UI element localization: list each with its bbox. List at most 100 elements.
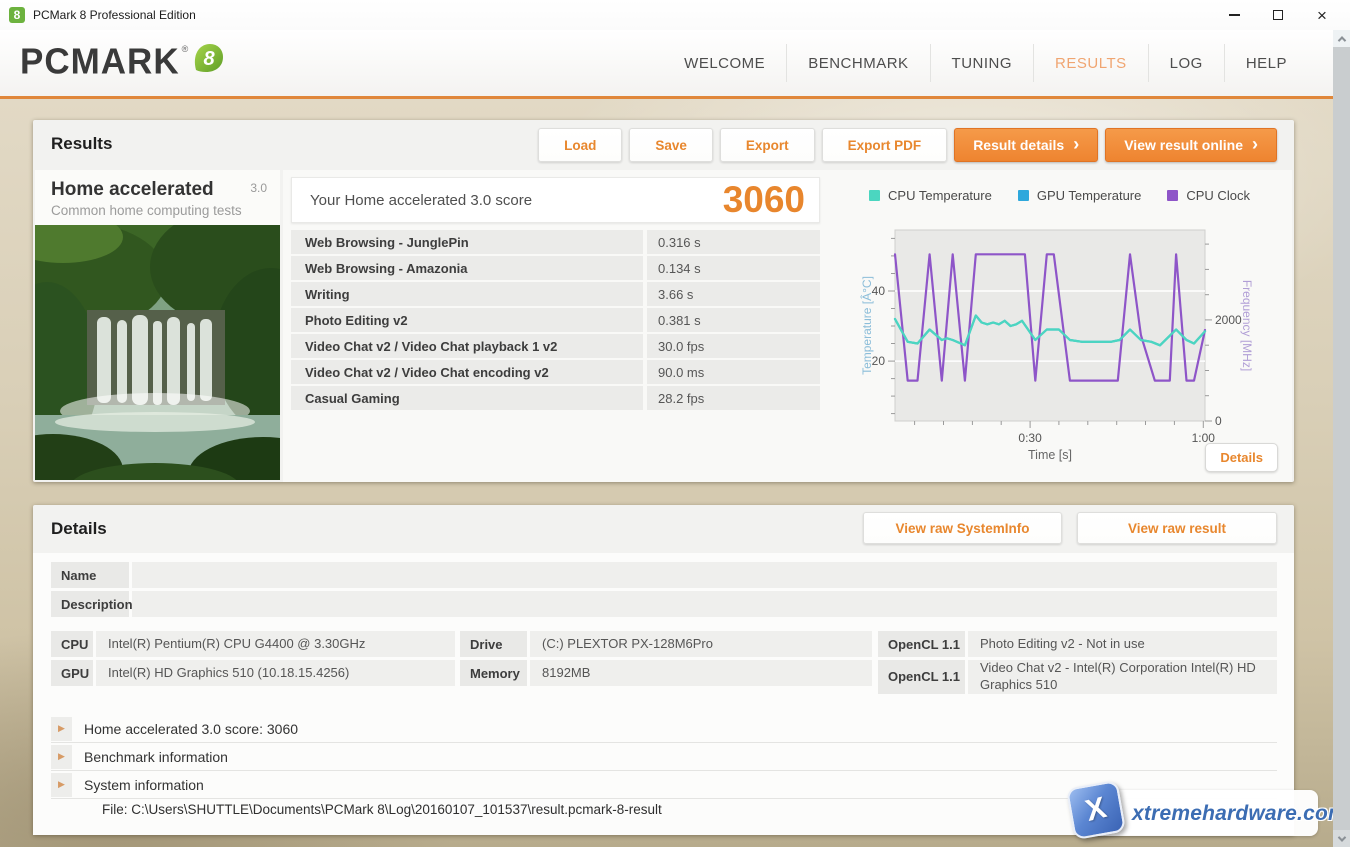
- meta-row: Name: [51, 562, 1277, 588]
- metric-row: Video Chat v2 / Video Chat playback 1 v2…: [291, 334, 820, 358]
- chart-legend: CPU Temperature GPU Temperature CPU Clock: [827, 188, 1292, 203]
- expander-row[interactable]: ▶Home accelerated 3.0 score: 3060: [51, 715, 1277, 743]
- watermark-x-icon: X: [1082, 791, 1110, 829]
- metric-value: 28.2 fps: [647, 386, 820, 410]
- scroll-up-button[interactable]: [1333, 30, 1350, 47]
- metric-value: 0.134 s: [647, 256, 820, 280]
- svg-text:0:30: 0:30: [1018, 431, 1042, 445]
- spec-row: GPUIntel(R) HD Graphics 510 (10.18.15.42…: [51, 660, 455, 686]
- metric-value: 3.66 s: [647, 282, 820, 306]
- metric-label: Web Browsing - Amazonia: [291, 256, 643, 280]
- metric-label: Video Chat v2 / Video Chat playback 1 v2: [291, 334, 643, 358]
- metric-label: Video Chat v2 / Video Chat encoding v2: [291, 360, 643, 384]
- nav-item-tuning[interactable]: TUNING: [931, 55, 1034, 72]
- save-button[interactable]: Save: [629, 128, 713, 162]
- meta-value[interactable]: [132, 591, 1277, 617]
- metrics-table: Web Browsing - JunglePin0.316 sWeb Brows…: [291, 230, 820, 412]
- spec-row: OpenCL 1.1Video Chat v2 - Intel(R) Corpo…: [878, 660, 1277, 694]
- spec-column-drive-memory: Drive(C:) PLEXTOR PX-128M6ProMemory8192M…: [460, 631, 872, 689]
- metric-value: 90.0 ms: [647, 360, 820, 384]
- spec-value: Intel(R) HD Graphics 510 (10.18.15.4256): [96, 660, 455, 686]
- metric-row: Writing3.66 s: [291, 282, 820, 306]
- metric-value: 0.316 s: [647, 230, 820, 254]
- expander-row[interactable]: ▶Benchmark information: [51, 743, 1277, 771]
- expander-label: Home accelerated 3.0 score: 3060: [84, 721, 298, 737]
- chevron-right-icon: ›: [1252, 135, 1258, 153]
- svg-text:8: 8: [204, 48, 216, 70]
- legend-swatch: [1167, 190, 1178, 201]
- score-label: Your Home accelerated 3.0 score: [310, 192, 532, 209]
- svg-text:Time [s]: Time [s]: [1028, 448, 1072, 462]
- export-button[interactable]: Export: [720, 128, 815, 162]
- registered-mark: ®: [182, 44, 189, 54]
- svg-text:2000: 2000: [1215, 313, 1242, 327]
- metric-row: Casual Gaming28.2 fps: [291, 386, 820, 410]
- results-card: Results Load Save Export Export PDF Resu…: [33, 120, 1294, 482]
- metric-label: Casual Gaming: [291, 386, 643, 410]
- spec-row: OpenCL 1.1Photo Editing v2 - Not in use: [878, 631, 1277, 657]
- watermark: X xtremehardware.com: [1070, 780, 1318, 844]
- legend-label: CPU Clock: [1186, 188, 1250, 203]
- export-pdf-button[interactable]: Export PDF: [822, 128, 948, 162]
- nav-item-log[interactable]: LOG: [1149, 55, 1224, 72]
- waterfall-image: [35, 225, 280, 480]
- expander-label: Benchmark information: [84, 749, 228, 765]
- spec-label: OpenCL 1.1: [878, 631, 965, 657]
- spec-value: Intel(R) Pentium(R) CPU G4400 @ 3.30GHz: [96, 631, 455, 657]
- view-raw-systeminfo-button[interactable]: View raw SystemInfo: [863, 512, 1062, 544]
- metric-row: Video Chat v2 / Video Chat encoding v290…: [291, 360, 820, 384]
- window-controls: ×: [1212, 0, 1344, 30]
- result-file-path: File: C:\Users\SHUTTLE\Documents\PCMark …: [102, 802, 662, 817]
- view-raw-result-button[interactable]: View raw result: [1077, 512, 1277, 544]
- load-button[interactable]: Load: [538, 128, 622, 162]
- metric-row: Photo Editing v20.381 s: [291, 308, 820, 332]
- details-title: Details: [51, 519, 107, 539]
- score-value: 3060: [723, 179, 805, 221]
- score-panel: Your Home accelerated 3.0 score 3060 Web…: [283, 170, 827, 482]
- test-version: 3.0: [250, 181, 267, 195]
- maximize-button[interactable]: [1256, 0, 1300, 30]
- main-nav: WELCOMEBENCHMARKTUNINGRESULTSLOGHELP: [663, 30, 1308, 96]
- spec-value: (C:) PLEXTOR PX-128M6Pro: [530, 631, 872, 657]
- meta-label: Description: [51, 591, 129, 617]
- meta-value[interactable]: [132, 562, 1277, 588]
- pcmark-logo: PCMARK ® 8: [20, 42, 226, 82]
- test-info-panel: Home accelerated 3.0 Common home computi…: [35, 170, 280, 480]
- spec-label: OpenCL 1.1: [878, 660, 965, 694]
- result-details-label: Result details: [973, 137, 1064, 153]
- legend-item: GPU Temperature: [1018, 188, 1142, 203]
- test-subtitle: Common home computing tests: [51, 203, 242, 218]
- pcmark-leaf-icon: 8: [190, 40, 226, 81]
- chart-details-button[interactable]: Details: [1205, 443, 1278, 472]
- legend-item: CPU Clock: [1167, 188, 1250, 203]
- meta-row: Description: [51, 591, 1277, 617]
- spec-label: GPU: [51, 660, 93, 686]
- minimize-icon: [1229, 14, 1240, 16]
- chevron-up-icon: [1337, 36, 1345, 44]
- svg-text:0: 0: [1215, 414, 1222, 428]
- result-details-button[interactable]: Result details ›: [954, 128, 1098, 162]
- spec-label: Memory: [460, 660, 527, 686]
- spec-value: Photo Editing v2 - Not in use: [968, 631, 1277, 657]
- chevron-down-icon: [1337, 833, 1345, 841]
- pcmark-logo-text: PCMARK: [20, 41, 180, 83]
- test-name: Home accelerated: [51, 179, 214, 201]
- nav-item-help[interactable]: HELP: [1225, 55, 1308, 72]
- legend-item: CPU Temperature: [869, 188, 992, 203]
- window-title: PCMark 8 Professional Edition: [33, 8, 196, 22]
- nav-item-results[interactable]: RESULTS: [1034, 55, 1148, 72]
- results-toolbar: Load Save Export Export PDF Result detai…: [538, 128, 1277, 162]
- test-head: Home accelerated 3.0 Common home computi…: [35, 170, 280, 225]
- vertical-scrollbar[interactable]: [1333, 30, 1350, 847]
- view-result-online-button[interactable]: View result online ›: [1105, 128, 1277, 162]
- close-button[interactable]: ×: [1300, 0, 1344, 30]
- scroll-down-button[interactable]: [1333, 830, 1350, 847]
- chevron-right-icon: ›: [1073, 135, 1079, 153]
- nav-item-benchmark[interactable]: BENCHMARK: [787, 55, 929, 72]
- minimize-button[interactable]: [1212, 0, 1256, 30]
- nav-item-welcome[interactable]: WELCOME: [663, 55, 786, 72]
- maximize-icon: [1273, 10, 1283, 20]
- view-result-online-label: View result online: [1124, 137, 1243, 153]
- legend-swatch: [869, 190, 880, 201]
- metric-label: Photo Editing v2: [291, 308, 643, 332]
